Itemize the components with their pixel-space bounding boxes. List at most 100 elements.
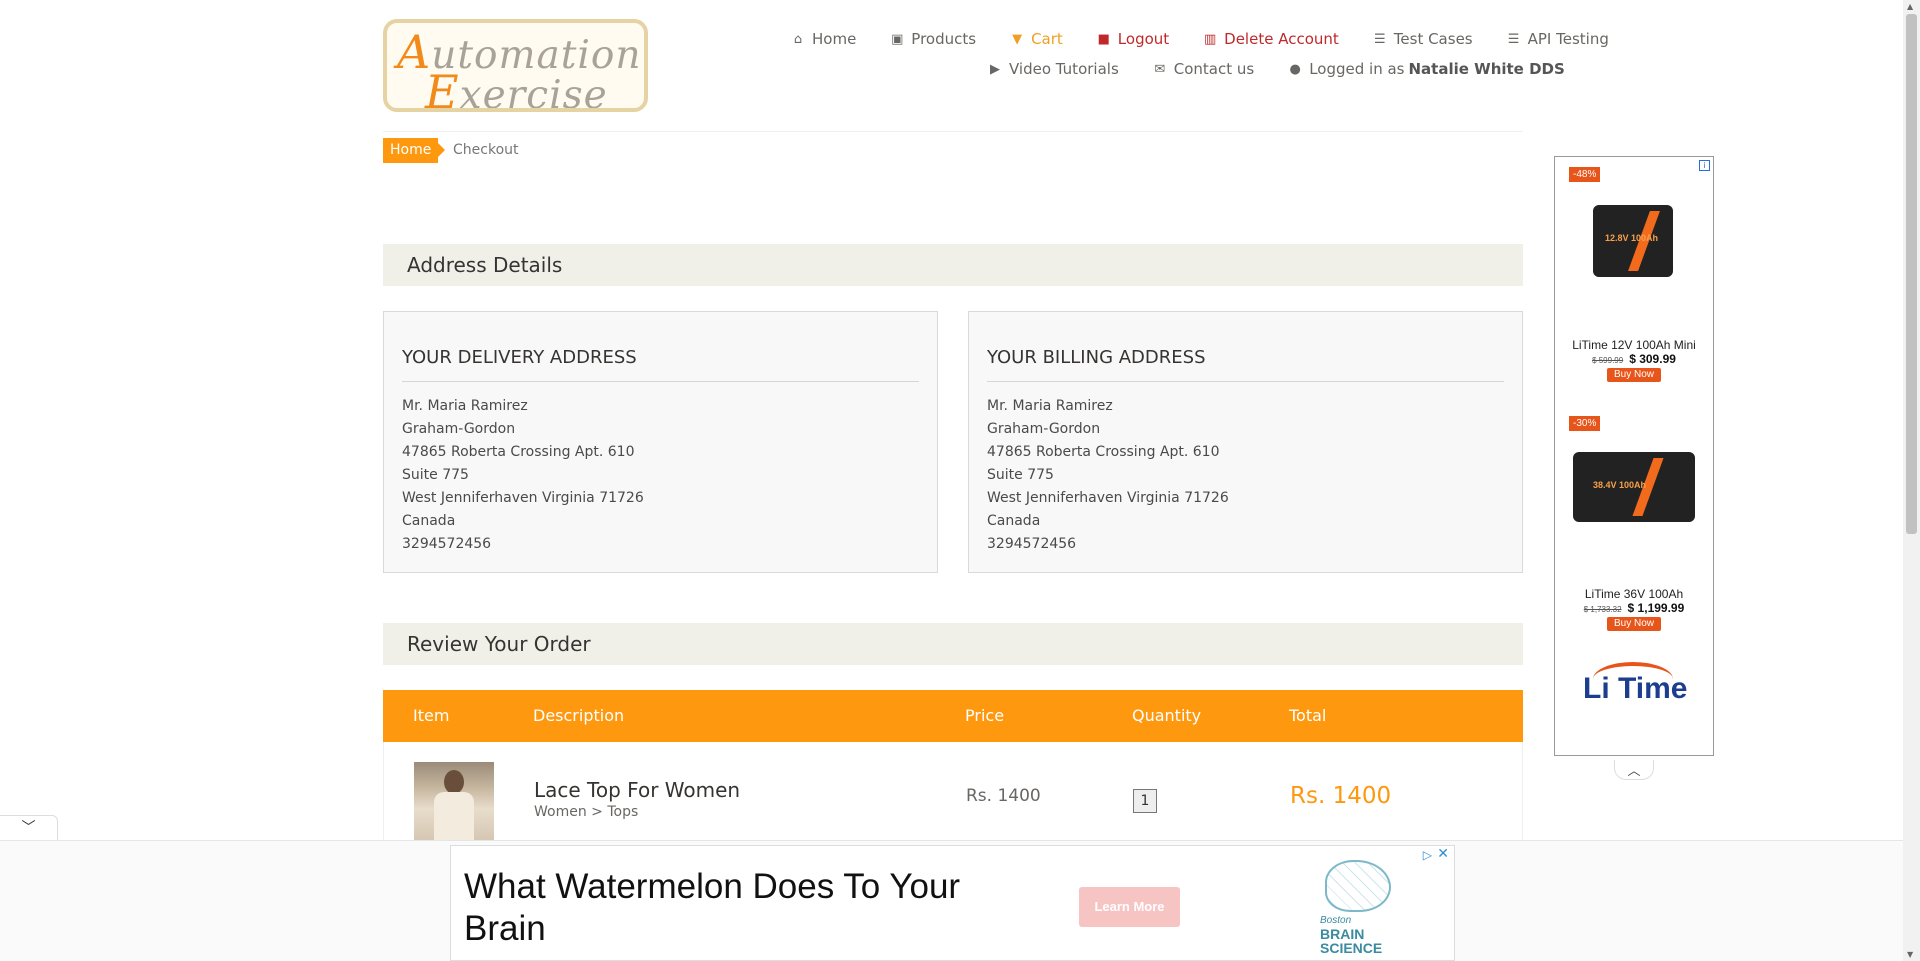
battery-label-1: 12.8V 100Ah xyxy=(1605,233,1659,243)
col-description: Description xyxy=(533,706,625,725)
nav-delete-account-label: Delete Account xyxy=(1224,30,1339,48)
scroll-up-arrow-icon[interactable]: ▲ xyxy=(1907,2,1913,11)
ad-info-icon[interactable]: i xyxy=(1699,160,1710,171)
product-name-link[interactable]: Lace Top For Women xyxy=(534,778,740,802)
delivery-city-state-zip: West Jenniferhaven Virginia 71726 xyxy=(402,490,644,506)
review-order-heading: Review Your Order xyxy=(383,623,1523,665)
product-image[interactable] xyxy=(414,762,494,840)
envelope-icon: ✉ xyxy=(1154,61,1166,77)
delivery-name: Mr. Maria Ramirez xyxy=(402,398,528,414)
brand-science: SCIENCE xyxy=(1320,940,1383,956)
ad-buy-now-button-2[interactable]: Buy Now xyxy=(1607,617,1661,631)
delivery-address-box: Your delivery address Mr. Maria Ramirez … xyxy=(383,311,938,573)
page: Automation Exercise ⌂ Home ▣ Products ▼ Car… xyxy=(0,0,1903,961)
billing-name: Mr. Maria Ramirez xyxy=(987,398,1113,414)
header-divider xyxy=(383,131,1523,132)
col-item: Item xyxy=(413,706,450,725)
bottom-ad-headline[interactable]: What Watermelon Does To Your Brain xyxy=(464,866,1024,950)
delivery-address2: Suite 775 xyxy=(402,467,469,483)
nav-logout-label: Logout xyxy=(1117,30,1170,48)
brain-science-logo: Boston BRAIN SCIENCE xyxy=(1317,860,1397,956)
col-price: Price xyxy=(965,706,1005,725)
nav-cart-label: Cart xyxy=(1031,30,1063,48)
ad-product-name-2: LiTime 36V 100Ah xyxy=(1584,587,1684,601)
breadcrumb-home[interactable]: Home xyxy=(383,138,446,163)
billing-phone: 3294572456 xyxy=(987,536,1077,552)
nav-home[interactable]: ⌂ Home xyxy=(791,30,856,48)
table-row: Lace Top For Women Women > Tops Rs. 1400… xyxy=(383,742,1523,842)
logged-in-prefix: Logged in as xyxy=(1309,60,1405,78)
billing-city-state-zip: West Jenniferhaven Virginia 71726 xyxy=(987,490,1229,506)
order-table-header: Item Description Price Quantity Total xyxy=(383,690,1523,742)
product-total: Rs. 1400 xyxy=(1290,783,1392,809)
learn-more-button[interactable]: Learn More xyxy=(1079,887,1180,927)
trash-icon: ▥ xyxy=(1204,31,1217,47)
billing-address-title: Your billing address xyxy=(987,347,1504,382)
logo-text-2: xercise xyxy=(459,73,608,112)
nav-test-cases-label: Test Cases xyxy=(1393,30,1473,48)
close-icon[interactable]: ✕ xyxy=(1437,846,1449,862)
delivery-country: Canada xyxy=(402,513,456,529)
scrollbar-thumb[interactable] xyxy=(1906,14,1917,534)
list-icon: ☰ xyxy=(1507,31,1520,47)
delivery-phone: 3294572456 xyxy=(402,536,492,552)
nav-products[interactable]: ▣ Products xyxy=(890,30,976,48)
product-quantity: 1 xyxy=(1133,789,1157,813)
nav-video-tutorials[interactable]: ▶ Video Tutorials xyxy=(988,60,1119,78)
product-image-body xyxy=(434,792,474,840)
lock-icon: ■ xyxy=(1097,31,1110,47)
logged-in-status: ● Logged in as Natalie White DDS xyxy=(1288,60,1565,78)
nav-logout[interactable]: ■ Logout xyxy=(1097,30,1170,48)
user-icon: ● xyxy=(1289,61,1301,77)
site-logo[interactable]: Automation Exercise xyxy=(383,19,648,112)
col-quantity: Quantity xyxy=(1132,706,1202,725)
battery-image-1[interactable]: 12.8V 100Ah xyxy=(1593,205,1673,277)
breadcrumb-current: Checkout xyxy=(453,142,519,158)
nav-api-testing[interactable]: ☰ API Testing xyxy=(1507,30,1609,48)
ad-new-price-1: $ 309.99 xyxy=(1629,352,1676,366)
scrollbar[interactable]: ▲ ▼ xyxy=(1903,0,1920,961)
delivery-company: Graham-Gordon xyxy=(402,421,516,437)
nav-products-label: Products xyxy=(911,30,977,48)
nav-delete-account[interactable]: ▥ Delete Account xyxy=(1203,30,1339,48)
shopping-cart-icon: ▼ xyxy=(1012,31,1023,47)
delivery-address1: 47865 Roberta Crossing Apt. 610 xyxy=(402,444,635,460)
brand-boston: Boston xyxy=(1320,915,1352,926)
ad-discount-badge-2: -30% xyxy=(1569,416,1601,431)
brain-icon xyxy=(1325,860,1391,912)
ad-new-price-2: $ 1,199.99 xyxy=(1627,601,1685,615)
scroll-down-arrow-icon[interactable]: ▼ xyxy=(1907,950,1913,959)
main-nav-row-1: ⌂ Home ▣ Products ▼ Cart ■ Logout ▥ Delete Ac… xyxy=(791,30,1643,48)
logged-in-username: Natalie White DDS xyxy=(1408,60,1565,78)
nav-cart[interactable]: ▼ Cart xyxy=(1010,30,1063,48)
nav-test-cases[interactable]: ☰ Test Cases xyxy=(1373,30,1473,48)
nav-video-tutorials-label: Video Tutorials xyxy=(1009,60,1119,78)
ad-old-price-1: $ 599.99 xyxy=(1592,356,1624,365)
billing-country: Canada xyxy=(987,513,1041,529)
battery-image-2[interactable]: 38.4V 100Ah xyxy=(1573,452,1695,522)
list-icon: ☰ xyxy=(1373,31,1386,47)
billing-address1: 47865 Roberta Crossing Apt. 610 xyxy=(987,444,1220,460)
nav-api-testing-label: API Testing xyxy=(1527,30,1609,48)
nav-home-label: Home xyxy=(812,30,857,48)
billing-address2: Suite 775 xyxy=(987,467,1054,483)
nav-contact-us-label: Contact us xyxy=(1173,60,1255,78)
home-icon: ⌂ xyxy=(793,31,803,47)
briefcase-icon: ▣ xyxy=(891,31,904,47)
product-image-head xyxy=(444,770,464,794)
col-total: Total xyxy=(1289,706,1327,725)
battery-label-2: 38.4V 100Ah xyxy=(1593,480,1647,490)
nav-contact-us[interactable]: ✉ Contact us xyxy=(1153,60,1254,78)
side-ad[interactable]: i -48% 12.8V 100Ah LiTime 12V 100Ah Mini… xyxy=(1554,156,1714,756)
chevron-up-icon[interactable]: ︿ xyxy=(1614,760,1654,780)
youtube-play-icon: ▶ xyxy=(990,61,1000,77)
ad-product-name-1: LiTime 12V 100Ah Mini xyxy=(1572,338,1696,352)
ad-buy-now-button-1[interactable]: Buy Now xyxy=(1607,368,1661,382)
chevron-down-icon[interactable]: ﹀ xyxy=(0,815,58,841)
billing-company: Graham-Gordon xyxy=(987,421,1101,437)
adchoices-icon[interactable]: ▷ xyxy=(1423,848,1432,862)
bottom-ad[interactable]: What Watermelon Does To Your Brain Learn… xyxy=(450,845,1455,961)
address-details-heading: Address Details xyxy=(383,244,1523,286)
ad-price-2: $ 1,733.32 $ 1,199.99 xyxy=(1555,601,1713,615)
logo-line-2: Exercise xyxy=(425,65,608,112)
